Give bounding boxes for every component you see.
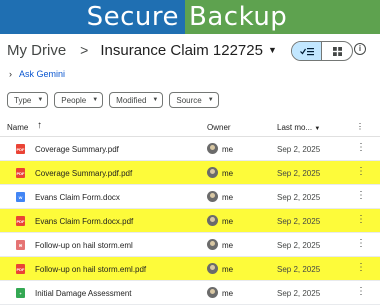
grid-view-button[interactable] xyxy=(322,42,352,60)
file-row[interactable]: PDF Follow-up on hail storm.eml.pdf me Sep … xyxy=(0,257,380,281)
check-list-icon xyxy=(299,47,314,55)
pdf-icon: PDF xyxy=(16,168,25,178)
avatar xyxy=(207,263,218,274)
doc-icon: W xyxy=(16,192,25,202)
sheet-icon: + xyxy=(16,288,25,298)
file-owner: me xyxy=(222,145,234,154)
avatar xyxy=(207,167,218,178)
file-date: Sep 2, 2025 xyxy=(277,193,321,202)
banner-text-right: Backup xyxy=(189,2,288,32)
file-date: Sep 2, 2025 xyxy=(277,289,321,298)
more-vert-icon[interactable]: ⋮ xyxy=(356,167,366,177)
breadcrumb: My Drive > Insurance Claim 122725 ▼ xyxy=(7,40,277,60)
file-row[interactable]: + Initial Damage Assessment me Sep 2, 2025 ⋮ xyxy=(0,281,380,305)
avatar xyxy=(207,287,218,298)
filter-source[interactable]: Source ▼ xyxy=(169,92,219,108)
filter-source-label: Source xyxy=(176,95,202,105)
filter-bar: Type ▼ People ▼ Modified ▼ Source ▼ xyxy=(7,92,225,108)
dropdown-arrow-icon: ▼ xyxy=(207,97,214,103)
filter-type-label: Type xyxy=(14,95,32,105)
file-owner: me xyxy=(222,265,234,274)
eml-icon: ✉ xyxy=(16,240,25,250)
breadcrumb-current-folder[interactable]: Insurance Claim 122725 xyxy=(100,42,263,59)
breadcrumb-separator: > xyxy=(80,42,89,58)
more-vert-icon[interactable]: ⋮ xyxy=(356,239,366,249)
avatar xyxy=(207,215,218,226)
file-row[interactable]: W Evans Claim Form.docx me Sep 2, 2025 ⋮ xyxy=(0,185,380,209)
view-toggle xyxy=(291,41,353,61)
file-row[interactable]: ✉ Follow-up on hail storm.eml me Sep 2, 202… xyxy=(0,233,380,257)
file-date: Sep 2, 2025 xyxy=(277,217,321,226)
file-name: Evans Claim Form.docx xyxy=(35,193,120,202)
list-view-button[interactable] xyxy=(292,42,322,60)
ask-gemini-label: Ask Gemini xyxy=(19,69,66,79)
pdf-icon: PDF xyxy=(16,264,25,274)
folder-menu-caret-icon[interactable]: ▼ xyxy=(268,45,277,55)
pdf-icon: PDF xyxy=(16,216,25,226)
file-name: Follow-up on hail storm.eml.pdf xyxy=(35,265,147,274)
avatar xyxy=(207,143,218,154)
file-date: Sep 2, 2025 xyxy=(277,145,321,154)
file-owner: me xyxy=(222,241,234,250)
file-date: Sep 2, 2025 xyxy=(277,265,321,274)
file-name: Coverage Summary.pdf.pdf xyxy=(35,169,133,178)
sort-caret-icon: ▼ xyxy=(314,126,321,132)
last-modified-label: Last mo... xyxy=(277,123,313,132)
file-owner: me xyxy=(222,289,234,298)
more-vert-icon[interactable]: ⋮ xyxy=(356,215,366,225)
avatar xyxy=(207,239,218,250)
dropdown-arrow-icon: ▼ xyxy=(152,97,159,103)
more-vert-icon[interactable]: ⋮ xyxy=(356,263,366,273)
info-icon[interactable]: i xyxy=(354,43,366,55)
file-owner: me xyxy=(222,193,234,202)
file-row[interactable]: PDF Coverage Summary.pdf me Sep 2, 2025 ⋮ xyxy=(0,137,380,161)
avatar xyxy=(207,191,218,202)
more-vert-icon[interactable]: ⋮ xyxy=(356,143,366,153)
filter-type[interactable]: Type ▼ xyxy=(7,92,49,108)
banner-right: Backup xyxy=(185,0,380,34)
pdf-icon: PDF xyxy=(16,144,25,154)
filter-modified[interactable]: Modified ▼ xyxy=(109,92,164,108)
file-row[interactable]: PDF Evans Claim Form.docx.pdf me Sep 2, 202… xyxy=(0,209,380,233)
banner-text-left: Secure xyxy=(86,2,179,32)
filter-modified-label: Modified xyxy=(116,95,147,105)
more-vert-icon[interactable]: ⋮ xyxy=(356,287,366,297)
file-owner: me xyxy=(222,217,234,226)
file-date: Sep 2, 2025 xyxy=(277,169,321,178)
more-vert-icon[interactable]: ⋮ xyxy=(356,122,364,131)
secure-backup-banner: Secure Backup xyxy=(0,0,380,34)
chevron-right-icon: › xyxy=(9,69,12,79)
grid-icon xyxy=(332,46,342,56)
banner-left: Secure xyxy=(0,0,185,34)
file-name: Follow-up on hail storm.eml xyxy=(35,241,133,250)
dropdown-arrow-icon: ▼ xyxy=(37,97,44,103)
breadcrumb-my-drive[interactable]: My Drive xyxy=(7,42,66,59)
more-vert-icon[interactable]: ⋮ xyxy=(356,191,366,201)
filter-people-label: People xyxy=(61,95,87,105)
column-name-header[interactable]: Name xyxy=(7,123,28,132)
sort-arrow-up-icon[interactable]: ↑ xyxy=(37,120,42,131)
ask-gemini-link[interactable]: › Ask Gemini xyxy=(9,69,65,79)
file-name: Initial Damage Assessment xyxy=(35,289,132,298)
column-last-modified-header[interactable]: Last mo... ▼ xyxy=(277,123,320,132)
column-owner-header: Owner xyxy=(207,123,231,132)
table-header: Name ↑ Owner Last mo... ▼ ⋮ xyxy=(0,118,380,137)
file-owner: me xyxy=(222,169,234,178)
file-row[interactable]: PDF Coverage Summary.pdf.pdf me Sep 2, 2025… xyxy=(0,161,380,185)
dropdown-arrow-icon: ▼ xyxy=(92,97,99,103)
file-date: Sep 2, 2025 xyxy=(277,241,321,250)
file-name: Coverage Summary.pdf xyxy=(35,145,119,154)
filter-people[interactable]: People ▼ xyxy=(54,92,104,108)
file-name: Evans Claim Form.docx.pdf xyxy=(35,217,134,226)
